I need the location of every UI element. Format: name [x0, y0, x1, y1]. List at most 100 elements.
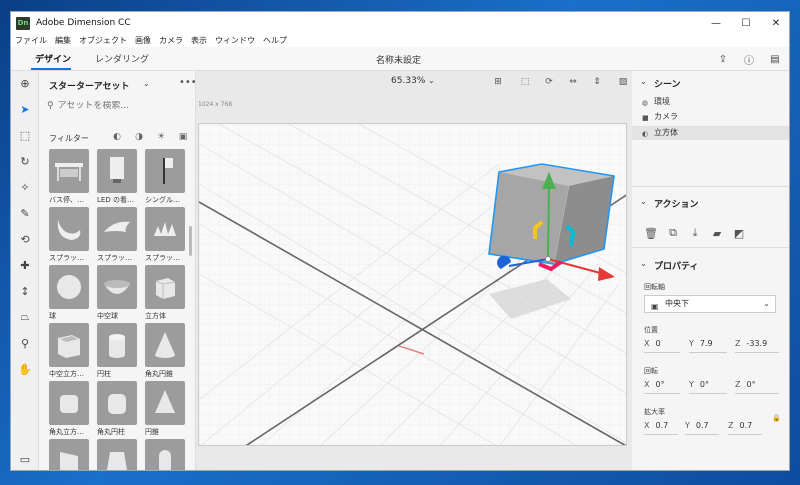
tab-design[interactable]: デザイン — [35, 52, 71, 65]
position-x-field[interactable]: X0 — [644, 339, 680, 353]
menu-image[interactable]: 画像 — [135, 35, 151, 46]
hollow-cube-thumbnail — [49, 323, 89, 367]
scene-item-camera[interactable]: ■ カメラ — [632, 110, 789, 124]
wedge-thumbnail — [49, 439, 89, 470]
pivot-icon: ▣ — [651, 302, 659, 311]
asset-tile[interactable]: 球 — [49, 265, 89, 320]
share-button[interactable]: ⇪ — [716, 52, 730, 66]
asset-tile[interactable]: 角丸立方… — [49, 381, 89, 436]
magic-wand-icon: ✧ — [20, 180, 30, 194]
duplicate-button[interactable]: ⧉ — [666, 226, 680, 240]
render-preview-icon[interactable]: ▨ — [616, 75, 630, 89]
asset-tile[interactable] — [145, 439, 185, 470]
menu-file[interactable]: ファイル — [15, 35, 47, 46]
asset-tile[interactable]: 角丸円錐 — [145, 323, 185, 378]
scale-x-field[interactable]: X 0.7 — [644, 421, 678, 435]
scene-item-environment[interactable]: ◍ 環境 — [632, 95, 789, 109]
chevron-down-icon[interactable]: ⌄ — [640, 197, 647, 206]
menu-object[interactable]: オブジェクト — [79, 35, 127, 46]
position-x-value: 0 — [655, 339, 661, 348]
cube-icon: ◐ — [642, 130, 649, 138]
asset-tile[interactable] — [49, 439, 89, 470]
hollow-sphere-thumbnail — [97, 265, 137, 309]
chevron-down-icon[interactable]: ⌄ — [640, 77, 647, 86]
help-icon: ⓘ — [744, 55, 754, 67]
add-button[interactable]: ⊕ — [17, 75, 33, 91]
menu-edit[interactable]: 編集 — [55, 35, 71, 46]
title-bar: Dn Adobe Dimension CC — ☐ ✕ — [11, 12, 789, 34]
menu-view[interactable]: 表示 — [191, 35, 207, 46]
asset-tile[interactable]: 中空球 — [97, 265, 137, 320]
asset-tile[interactable]: 中空立方… — [49, 323, 89, 378]
camera-orbit-icon[interactable]: ⟳ — [542, 75, 556, 89]
asset-tile[interactable]: スプラッ… — [145, 207, 185, 262]
filter-light-icon[interactable]: ☀ — [155, 131, 167, 143]
hand-tool[interactable]: ✋ — [17, 361, 33, 377]
chevron-down-icon[interactable]: ⌄ — [640, 259, 647, 268]
close-button[interactable]: ✕ — [761, 12, 789, 34]
asset-tile[interactable]: 円柱 — [97, 323, 137, 378]
rotation-x-field[interactable]: X 0° — [644, 380, 680, 394]
camera-dolly-icon[interactable]: ⇕ — [590, 75, 604, 89]
asset-tile[interactable]: 立方体 — [145, 265, 185, 320]
help-button[interactable]: ⓘ — [742, 52, 756, 67]
select-tool[interactable]: ➤ — [17, 101, 33, 117]
eyedropper-tool[interactable]: ✎ — [17, 205, 33, 221]
rotation-z-field[interactable]: Z 0° — [735, 380, 779, 394]
scale-y-field[interactable]: Y 0.7 — [685, 421, 719, 435]
menu-window[interactable]: ウィンドウ — [215, 35, 255, 46]
filter-image-icon[interactable]: ▣ — [177, 131, 189, 143]
feedback-button[interactable]: ▤ — [768, 52, 782, 66]
more-options-icon[interactable]: ••• — [179, 77, 195, 88]
asset-tile[interactable]: シングル… — [145, 149, 185, 204]
assets-title[interactable]: スターターアセット — [49, 79, 129, 92]
menu-camera[interactable]: カメラ — [159, 35, 183, 46]
position-y-field[interactable]: Y 7.9 — [689, 339, 727, 353]
group-button[interactable]: ▰ — [710, 226, 724, 240]
position-z-field[interactable]: Z -33.9 — [735, 339, 779, 353]
rotation-y-field[interactable]: Y 0° — [689, 380, 727, 394]
lock-icon[interactable]: 🔒 — [772, 414, 781, 422]
camera-pan-icon[interactable]: ⇔ — [566, 75, 580, 89]
orbit-tool[interactable]: ↻ — [17, 153, 33, 169]
horizon-tool[interactable]: ⏢ — [17, 309, 33, 325]
dolly-tool[interactable]: ↕ — [17, 283, 33, 299]
fit-artboard-icon[interactable]: ⊞ — [491, 75, 505, 89]
asset-tile[interactable]: バス停、… — [49, 149, 89, 204]
assets-scrollbar[interactable] — [189, 226, 192, 256]
maximize-button[interactable]: ☐ — [731, 12, 761, 34]
asset-tile[interactable]: 円錐 — [145, 381, 185, 436]
tab-render[interactable]: レンダリング — [95, 52, 149, 65]
folder-icon: ▰ — [712, 226, 722, 240]
minimize-button[interactable]: — — [701, 12, 731, 34]
scene-item-cube[interactable]: ◐ 立方体 — [632, 126, 789, 140]
delete-button[interactable]: 🗑 — [644, 226, 658, 240]
scale-z-field[interactable]: Z 0.7 — [728, 421, 762, 435]
chevron-down-icon[interactable]: ⌄ — [143, 79, 150, 88]
place-image-button[interactable]: ◩ — [732, 226, 746, 240]
marquee-tool[interactable]: ⬚ — [17, 127, 33, 143]
drop-to-ground-button[interactable]: ⤓ — [688, 226, 702, 240]
chevron-down-icon[interactable]: ⌄ — [428, 76, 435, 85]
zoom-level[interactable]: 65.33% — [391, 76, 425, 86]
asset-search-input[interactable] — [57, 100, 168, 111]
filter-material-icon[interactable]: ◑ — [133, 131, 145, 143]
splash-thumbnail — [145, 207, 185, 251]
panel-toggle-button[interactable]: ▭ — [17, 451, 33, 467]
asset-tile[interactable]: スプラッ… — [97, 207, 137, 262]
asset-tile[interactable] — [97, 439, 137, 470]
menu-help[interactable]: ヘルプ — [263, 35, 287, 46]
magic-wand-tool[interactable]: ✧ — [17, 179, 33, 195]
select-arrow-icon: ➤ — [20, 102, 30, 116]
position-label: 位置 — [644, 326, 658, 334]
pivot-select[interactable]: ▣ 中央下 ⌄ — [644, 295, 776, 313]
sampler-tool[interactable]: ⟲ — [17, 231, 33, 247]
pan-tool[interactable]: ✚ — [17, 257, 33, 273]
3d-canvas[interactable] — [198, 123, 627, 446]
filter-model-icon[interactable]: ◐ — [111, 131, 123, 143]
camera-view-icon[interactable]: ⬚ — [518, 75, 532, 89]
asset-tile[interactable]: LED の看… — [97, 149, 137, 204]
asset-tile[interactable]: 角丸円柱 — [97, 381, 137, 436]
asset-tile[interactable]: スプラッ… — [49, 207, 89, 262]
zoom-tool[interactable]: ⚲ — [17, 335, 33, 351]
